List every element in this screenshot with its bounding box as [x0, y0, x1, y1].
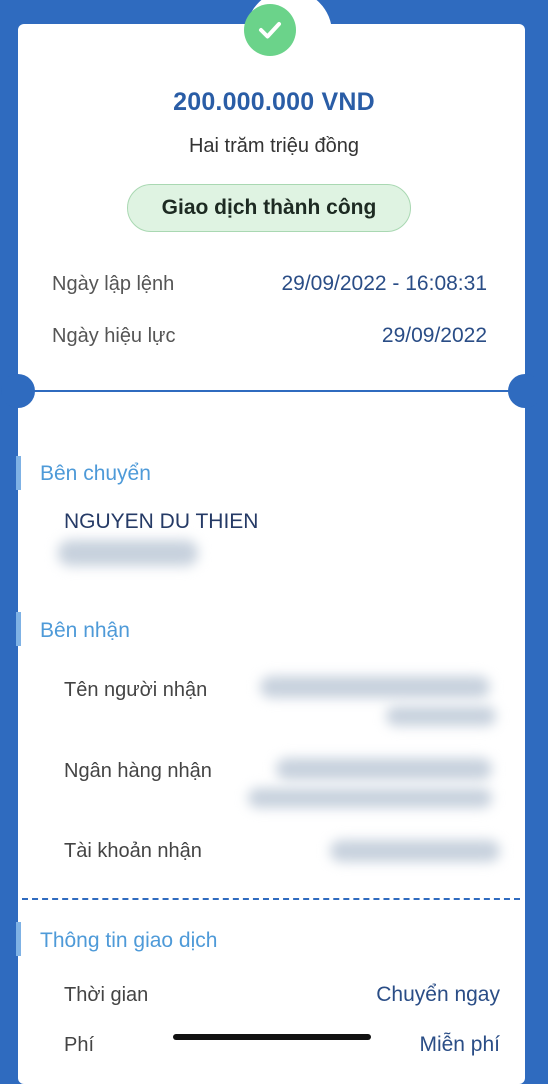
transaction-section-title: Thông tin giao dịch — [40, 929, 218, 952]
recipient-section-marker — [16, 612, 21, 646]
recipient-bank-label: Ngân hàng nhận — [64, 760, 212, 782]
amount-in-words: Hai trăm triệu đồng — [188, 135, 360, 157]
check-icon — [244, 4, 296, 56]
sender-name: NGUYEN DU THIEN — [64, 510, 259, 533]
recipient-bank-redacted-line-2 — [248, 788, 492, 808]
time-value: Chuyển ngay — [376, 983, 500, 1006]
recipient-account-label: Tài khoản nhận — [64, 840, 202, 862]
sender-account-redacted — [58, 540, 198, 566]
receipt-divider — [22, 390, 520, 392]
order-date-value: 29/09/2022 - 16:08:31 — [281, 272, 487, 295]
recipient-name-redacted-line-2 — [386, 706, 496, 726]
recipient-section-title: Bên nhận — [40, 619, 130, 642]
sender-section-marker — [16, 456, 21, 490]
recipient-bank-redacted — [276, 758, 492, 780]
effective-date-value: 29/09/2022 — [381, 324, 487, 347]
sender-section-title: Bên chuyển — [40, 462, 151, 485]
fee-label: Phí — [64, 1034, 95, 1056]
recipient-account-redacted — [330, 840, 500, 862]
status-badge: Giao dịch thành công — [127, 184, 411, 232]
effective-date-label: Ngày hiệu lực — [52, 325, 176, 347]
fee-value: Miễn phí — [419, 1033, 500, 1056]
recipient-name-label: Tên người nhận — [64, 679, 208, 701]
transaction-section-marker — [16, 922, 21, 956]
time-label: Thời gian — [64, 984, 149, 1006]
home-indicator[interactable] — [173, 1034, 371, 1040]
section-dashed-divider — [22, 898, 520, 900]
order-date-label: Ngày lập lệnh — [52, 273, 175, 295]
transfer-amount: 200.000.000 VND — [173, 88, 375, 116]
recipient-name-redacted — [260, 676, 490, 698]
